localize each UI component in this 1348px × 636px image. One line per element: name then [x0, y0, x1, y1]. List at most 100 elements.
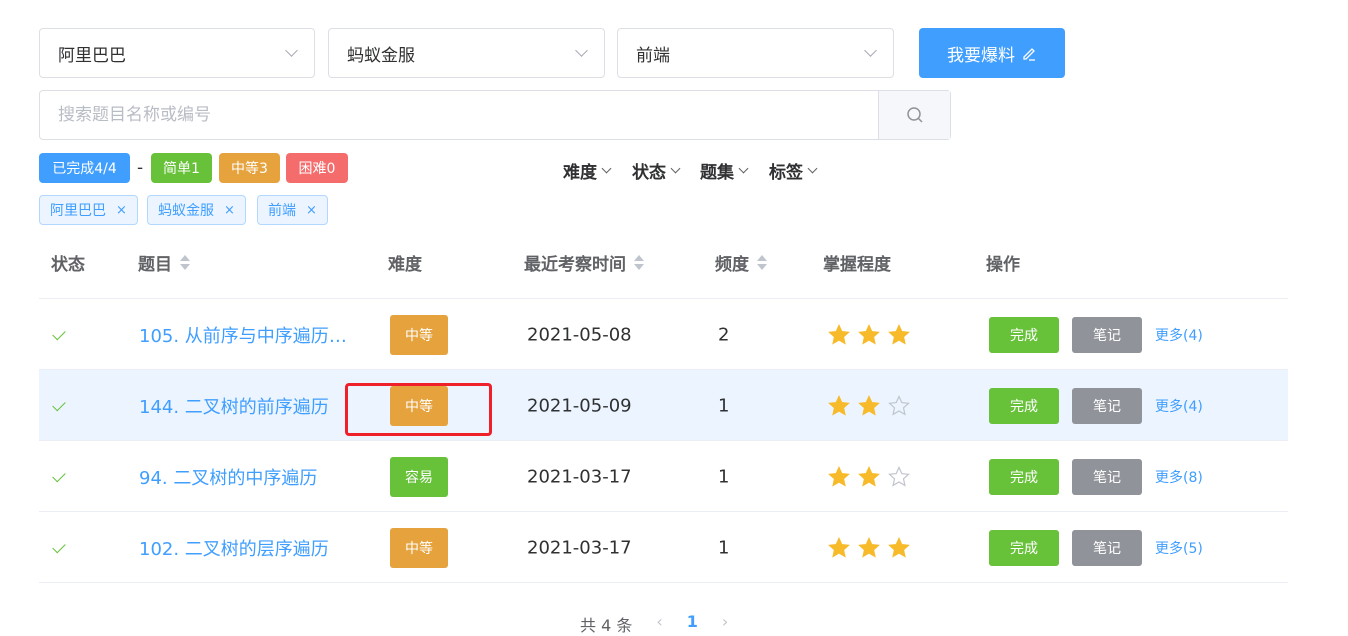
question-title-link[interactable]: 102. 二叉树的层序遍历 [139, 535, 329, 561]
frequency: 1 [718, 537, 730, 558]
star-filled-icon[interactable] [828, 394, 850, 417]
report-button[interactable]: 我要爆料 [919, 28, 1065, 78]
status-filter[interactable]: 状态 [632, 158, 681, 183]
difficulty-filter[interactable]: 难度 [563, 158, 612, 183]
more-link[interactable]: 更多(5) [1155, 538, 1203, 558]
search-input[interactable] [40, 91, 878, 139]
company-select-value: 阿里巴巴 [58, 45, 126, 66]
mastery-stars[interactable] [828, 536, 910, 559]
col-last-time-label: 最近考察时间 [524, 255, 626, 275]
col-status-label: 状态 [51, 255, 85, 275]
tag-company: 阿里巴巴 × [39, 195, 138, 225]
pager-total: 共 4 条 [580, 616, 633, 635]
star-filled-icon[interactable] [828, 465, 850, 488]
chevron-down-icon [575, 44, 588, 57]
more-link[interactable]: 更多(4) [1155, 396, 1203, 416]
pager-page[interactable]: 1 [687, 612, 698, 636]
question-title-link[interactable]: 144. 二叉树的前序遍历 [139, 393, 329, 419]
table-row: 102. 二叉树的层序遍历 中等 2021-03-17 1 完成 笔记 更多(5… [39, 512, 1288, 583]
note-button[interactable]: 笔记 [1072, 529, 1142, 566]
question-title-link[interactable]: 94. 二叉树的中序遍历 [139, 464, 317, 490]
chevron-down-icon [285, 44, 298, 57]
table-row: 144. 二叉树的前序遍历 中等 2021-05-09 1 完成 笔记 更多(4… [39, 370, 1288, 441]
subcompany-select-value: 蚂蚁金服 [347, 45, 415, 66]
col-last-time[interactable]: 最近考察时间 [524, 250, 644, 275]
set-filter[interactable]: 题集 [700, 158, 749, 183]
chevron-down-icon [864, 44, 877, 57]
sort-icon[interactable] [180, 255, 190, 270]
pager-prev[interactable]: ‹ [656, 612, 662, 636]
col-mastery: 掌握程度 [823, 250, 891, 275]
chevron-down-icon [670, 163, 681, 174]
star-empty-icon[interactable] [888, 394, 910, 417]
tag-position: 前端 × [257, 195, 328, 225]
difficulty-badge: 中等 [390, 314, 448, 355]
check-icon [52, 539, 66, 553]
tag-label: 前端 [268, 203, 296, 219]
question-title-link[interactable]: 105. 从前序与中序遍历序列构造二叉树 [139, 322, 359, 348]
pager-next[interactable]: › [722, 612, 728, 636]
sort-icon[interactable] [757, 255, 767, 270]
star-filled-icon[interactable] [858, 394, 880, 417]
note-button[interactable]: 笔记 [1072, 387, 1142, 424]
last-time: 2021-03-17 [527, 537, 632, 558]
more-link[interactable]: 更多(8) [1155, 467, 1203, 487]
frequency: 1 [718, 395, 730, 416]
last-time: 2021-05-09 [527, 395, 632, 416]
star-empty-icon[interactable] [888, 465, 910, 488]
medium-count-badge: 中等3 [219, 153, 280, 183]
check-icon [52, 468, 66, 482]
col-frequency-label: 频度 [715, 255, 749, 275]
close-icon[interactable]: × [224, 203, 235, 218]
more-link[interactable]: 更多(4) [1155, 325, 1203, 345]
tag-label: 阿里巴巴 [50, 203, 106, 219]
col-title[interactable]: 题目 [138, 250, 190, 275]
search-bar [39, 90, 951, 140]
star-filled-icon[interactable] [828, 323, 850, 346]
chevron-down-icon [738, 163, 749, 174]
search-button[interactable] [878, 91, 950, 139]
done-button[interactable]: 完成 [989, 387, 1059, 424]
col-actions: 操作 [986, 250, 1020, 275]
close-icon[interactable]: × [306, 203, 317, 218]
star-filled-icon[interactable] [858, 465, 880, 488]
close-icon[interactable]: × [116, 203, 127, 218]
note-button[interactable]: 笔记 [1072, 458, 1142, 495]
frequency: 1 [718, 466, 730, 487]
frequency: 2 [718, 324, 730, 345]
star-filled-icon[interactable] [828, 536, 850, 559]
tag-filter[interactable]: 标签 [769, 158, 818, 183]
tag-subcompany: 蚂蚁金服 × [147, 195, 246, 225]
star-filled-icon[interactable] [888, 536, 910, 559]
mastery-stars[interactable] [828, 465, 910, 488]
status-filter-label: 状态 [632, 163, 666, 183]
mastery-stars[interactable] [828, 394, 910, 417]
done-button[interactable]: 完成 [989, 316, 1059, 353]
col-difficulty-label: 难度 [388, 255, 422, 275]
chevron-down-icon [601, 163, 612, 174]
position-select[interactable]: 前端 [617, 28, 894, 78]
table-row: 105. 从前序与中序遍历序列构造二叉树 中等 2021-05-08 2 完成 … [39, 299, 1288, 370]
star-filled-icon[interactable] [858, 323, 880, 346]
subcompany-select[interactable]: 蚂蚁金服 [328, 28, 605, 78]
sort-icon[interactable] [634, 255, 644, 270]
col-frequency[interactable]: 频度 [715, 250, 767, 275]
note-button[interactable]: 笔记 [1072, 316, 1142, 353]
company-select[interactable]: 阿里巴巴 [39, 28, 315, 78]
table-divider [39, 582, 1288, 583]
done-button[interactable]: 完成 [989, 458, 1059, 495]
report-button-label: 我要爆料 [947, 45, 1015, 66]
search-icon [906, 107, 923, 123]
last-time: 2021-05-08 [527, 324, 632, 345]
col-mastery-label: 掌握程度 [823, 255, 891, 275]
mastery-stars[interactable] [828, 323, 910, 346]
pagination: 共 4 条 ‹ 1 › [580, 612, 728, 636]
completed-badge: 已完成4/4 [39, 153, 130, 183]
tag-label: 蚂蚁金服 [158, 203, 214, 219]
edit-icon [1023, 48, 1035, 61]
star-filled-icon[interactable] [858, 536, 880, 559]
star-filled-icon[interactable] [888, 323, 910, 346]
check-icon [52, 326, 66, 340]
done-button[interactable]: 完成 [989, 529, 1059, 566]
check-icon [52, 397, 66, 411]
